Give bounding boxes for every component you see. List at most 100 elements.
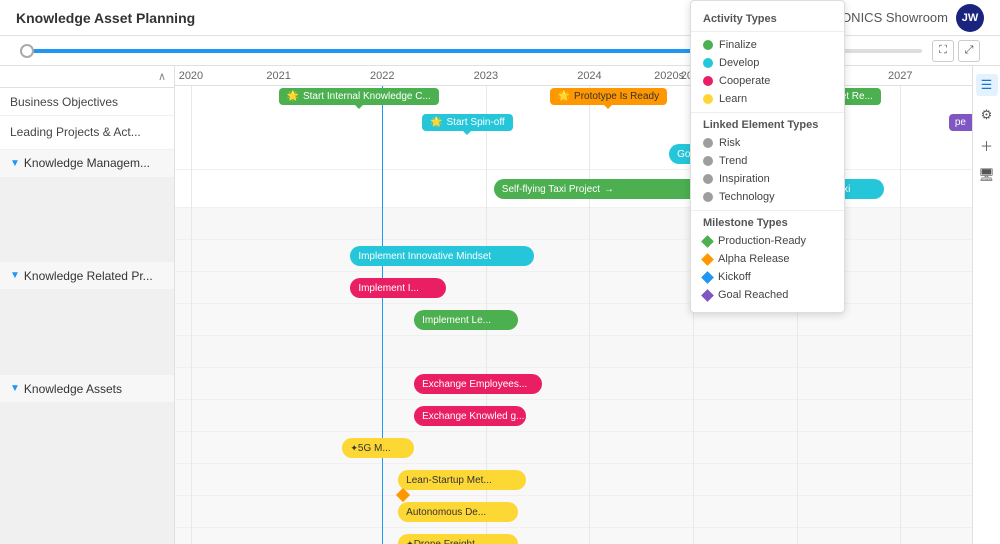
bar-lean-startup[interactable]: Lean-Startup Met... bbox=[398, 470, 526, 490]
bar-autonomous[interactable]: Autonomous De... bbox=[398, 502, 518, 522]
bar-implement-i[interactable]: Implement I... bbox=[350, 278, 446, 298]
year-header: 2020 2021 2022 2023 2024 2020s 2025 2026… bbox=[175, 66, 972, 86]
sidebar-sub-km3 bbox=[0, 234, 174, 262]
legend-item-kickoff: Kickoff bbox=[691, 268, 844, 286]
legend-dot-inspiration bbox=[703, 174, 713, 184]
sidebar-sub-ka3 bbox=[0, 460, 174, 488]
milestone-partial-right[interactable]: pe bbox=[949, 114, 972, 131]
legend-label-inspiration: Inspiration bbox=[719, 173, 770, 185]
gantt-row-km2: Implement I... bbox=[175, 272, 972, 304]
arrow-right: → bbox=[604, 184, 614, 195]
milestone-spinoff[interactable]: 🌟Start Spin-off bbox=[422, 114, 513, 131]
legend-label-cooperate: Cooperate bbox=[719, 75, 770, 87]
fit-icon[interactable]: ⛶ bbox=[932, 40, 954, 62]
sidebar-row-kr[interactable]: ▼ Knowledge Related Pr... bbox=[0, 262, 174, 290]
toolbar-list-icon[interactable]: ☰ bbox=[976, 74, 998, 96]
legend-item-learn: Learn bbox=[691, 90, 844, 108]
expand-icon[interactable]: ⤢ bbox=[958, 40, 980, 62]
bar-label-exchange-know: Exchange Knowled g... bbox=[422, 411, 524, 422]
timeline-slider: ⛶ ⤢ bbox=[0, 36, 1000, 66]
sidebar-label-km: Knowledge Managem... bbox=[24, 156, 150, 170]
sidebar-label-leading: Leading Projects & Act... bbox=[10, 125, 141, 139]
milestone-label-spinoff: Start Spin-off bbox=[447, 117, 505, 128]
bar-drone[interactable]: ✦ Drone Freight... bbox=[398, 534, 518, 544]
sidebar-row-business: Business Objectives bbox=[0, 88, 174, 116]
drone-icon: ✦ bbox=[406, 539, 414, 544]
year-2024: 2024 bbox=[577, 70, 601, 82]
sidebar-sub-ka4 bbox=[0, 488, 174, 516]
year-2020s: 2020s bbox=[654, 70, 684, 82]
legend-label-goal: Goal Reached bbox=[718, 289, 788, 301]
sidebar-row-ka[interactable]: ▼ Knowledge Assets bbox=[0, 375, 174, 403]
legend-item-finalize: Finalize bbox=[691, 36, 844, 54]
bar-implement-innovative[interactable]: Implement Innovative Mindset bbox=[350, 246, 533, 266]
sidebar-row-km[interactable]: ▼ Knowledge Managem... bbox=[0, 150, 174, 178]
slider-icons: ⛶ ⤢ bbox=[932, 40, 980, 62]
bar-exchange-knowledge[interactable]: Exchange Knowled g... bbox=[414, 406, 526, 426]
avatar[interactable]: JW bbox=[956, 4, 984, 32]
toolbar-screen-icon[interactable]: 🖥 bbox=[976, 164, 998, 186]
bar-label-implement-i: Implement I... bbox=[358, 283, 419, 294]
sidebar-sub-ka5 bbox=[0, 516, 174, 544]
sidebar-label-ka: Knowledge Assets bbox=[24, 382, 122, 396]
vline-today bbox=[382, 86, 383, 544]
icon-5g: ✦ bbox=[350, 443, 358, 454]
bar-label-5g: 5G M... bbox=[358, 443, 391, 454]
bar-implement-le[interactable]: Implement Le... bbox=[414, 310, 518, 330]
year-2023: 2023 bbox=[474, 70, 498, 82]
bar-label-lean: Lean-Startup Met... bbox=[406, 475, 492, 486]
milestone-start-knowledge[interactable]: 🌟Start Internal Knowledge C... bbox=[279, 88, 439, 105]
legend-diamond-alpha bbox=[701, 253, 714, 266]
sidebar-sub-kr3 bbox=[0, 347, 174, 375]
sidebar-row-leading: Leading Projects & Act... bbox=[0, 116, 174, 149]
toolbar-filter-icon[interactable]: ⚙ bbox=[976, 104, 998, 126]
milestone-prototype[interactable]: 🌟Prototype Is Ready bbox=[550, 88, 668, 105]
legend-item-develop: Develop bbox=[691, 54, 844, 72]
legend-diamond-goal bbox=[701, 289, 714, 302]
user-name: ITONICS Showroom bbox=[830, 10, 948, 25]
bar-label-exchange-emp: Exchange Employees... bbox=[422, 379, 527, 390]
bar-label-implement-le: Implement Le... bbox=[422, 315, 491, 326]
legend-dot-learn bbox=[703, 94, 713, 104]
bar-exchange-employees[interactable]: Exchange Employees... bbox=[414, 374, 542, 394]
chevron-km: ▼ bbox=[10, 158, 20, 169]
year-2027: 2027 bbox=[888, 70, 912, 82]
slider-thumb-left[interactable] bbox=[20, 44, 34, 58]
milestone-label-knowledge: Start Internal Knowledge C... bbox=[303, 91, 431, 102]
legend-item-alpha-release: Alpha Release bbox=[691, 250, 844, 268]
bar-5g[interactable]: ✦ 5G M... bbox=[342, 438, 414, 458]
gantt-row-kr2: Exchange Knowled g... bbox=[175, 400, 972, 432]
legend-dot-technology bbox=[703, 192, 713, 202]
toolbar-add-icon[interactable]: ＋ bbox=[976, 134, 998, 156]
legend-label-learn: Learn bbox=[719, 93, 747, 105]
legend-panel: Activity Types Finalize Develop Cooperat… bbox=[690, 0, 845, 313]
linked-title: Linked Element Types bbox=[691, 112, 844, 134]
legend-label-technology: Technology bbox=[719, 191, 775, 203]
legend-item-cooperate: Cooperate bbox=[691, 72, 844, 90]
legend-item-technology: Technology bbox=[691, 188, 844, 206]
year-2021: 2021 bbox=[266, 70, 290, 82]
sidebar: ∧ Business Objectives Leading Projects &… bbox=[0, 66, 175, 544]
legend-header: Activity Types bbox=[691, 9, 844, 32]
milestone-label-prototype: Prototype Is Ready bbox=[574, 91, 659, 102]
collapse-button[interactable]: ∧ bbox=[0, 66, 174, 88]
chevron-kr: ▼ bbox=[10, 270, 20, 281]
main-content: ∧ Business Objectives Leading Projects &… bbox=[0, 66, 1000, 544]
gantt-row-ka3: ✦ Drone Freight... bbox=[175, 528, 972, 544]
legend-item-inspiration: Inspiration bbox=[691, 170, 844, 188]
header: Knowledge Asset Planning 🔒 ITONICS Showr… bbox=[0, 0, 1000, 36]
legend-label-kickoff: Kickoff bbox=[718, 271, 751, 283]
gantt-row-ka1: Lean-Startup Met... bbox=[175, 464, 972, 496]
gantt-row-ka0: ✦ 5G M... bbox=[175, 432, 972, 464]
vline-2020 bbox=[191, 86, 192, 544]
legend-item-risk: Risk bbox=[691, 134, 844, 152]
gantt-row-kr-group bbox=[175, 336, 972, 368]
gantt-row-leading: Self-flying Taxi Project → Finalize Self… bbox=[175, 170, 972, 208]
bar-label-autonomous: Autonomous De... bbox=[406, 507, 486, 518]
bar-label-drone: Drone Freight... bbox=[414, 539, 483, 544]
legend-dot-develop bbox=[703, 58, 713, 68]
legend-item-production-ready: Production-Ready bbox=[691, 232, 844, 250]
legend-label-production: Production-Ready bbox=[718, 235, 806, 247]
legend-dot-risk bbox=[703, 138, 713, 148]
gantt-grid: 🌟Start Internal Knowledge C... 🌟Prototyp… bbox=[175, 86, 972, 544]
